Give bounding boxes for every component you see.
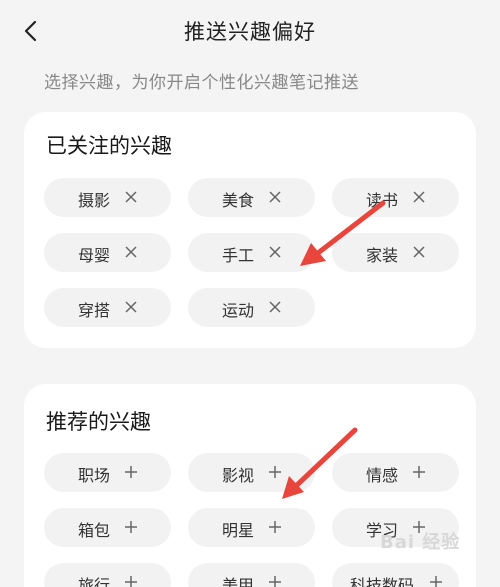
recommended-interests-title: 推荐的兴趣: [46, 410, 151, 434]
plus-icon[interactable]: [268, 520, 282, 534]
tag-label: 运动: [222, 301, 255, 320]
header: 推送兴趣偏好: [0, 0, 500, 62]
plus-icon[interactable]: [124, 465, 138, 479]
tag-label: 影视: [222, 466, 255, 485]
tag-label: 读书: [366, 191, 399, 210]
tag-label: 母婴: [78, 246, 111, 265]
followed-tag[interactable]: 家装: [332, 233, 459, 272]
close-icon[interactable]: [268, 245, 282, 259]
plus-icon[interactable]: [124, 520, 138, 534]
tag-label: 明星: [222, 521, 255, 540]
followed-tag[interactable]: 美食: [188, 178, 315, 217]
followed-tag[interactable]: 运动: [188, 288, 315, 327]
close-icon[interactable]: [268, 190, 282, 204]
close-icon[interactable]: [268, 300, 282, 314]
tag-label: 情感: [366, 466, 399, 485]
close-icon[interactable]: [124, 245, 138, 259]
recommended-tag[interactable]: 箱包: [44, 508, 171, 547]
followed-interests-card: 已关注的兴趣 摄影 美食 读书 母婴 手工 家装 穿搭 运动: [24, 112, 476, 348]
recommended-tag[interactable]: 情感: [332, 453, 459, 492]
followed-interests-title: 已关注的兴趣: [46, 134, 172, 158]
close-icon[interactable]: [124, 300, 138, 314]
plus-icon[interactable]: [268, 465, 282, 479]
recommended-tag[interactable]: 影视: [188, 453, 315, 492]
followed-tag[interactable]: 穿搭: [44, 288, 171, 327]
page-subtitle: 选择兴趣，为你开启个性化兴趣笔记推送: [44, 73, 359, 93]
tag-label: 家装: [366, 246, 399, 265]
recommended-tag[interactable]: 职场: [44, 453, 171, 492]
followed-tag[interactable]: 摄影: [44, 178, 171, 217]
recommended-tag[interactable]: 旅行: [44, 563, 171, 587]
recommended-tag[interactable]: 美甲: [188, 563, 315, 587]
tag-label: 箱包: [78, 521, 111, 540]
tag-label: 美食: [222, 191, 255, 210]
tag-label: 穿搭: [78, 301, 111, 320]
watermark: Bai 经验: [380, 532, 461, 553]
plus-icon[interactable]: [429, 575, 443, 587]
plus-icon[interactable]: [268, 575, 282, 587]
recommended-interests-card: 推荐的兴趣 职场 影视 情感 箱包 明星 学习 旅行 美甲 科技数码: [24, 384, 476, 587]
plus-icon[interactable]: [124, 575, 138, 587]
tag-label: 手工: [222, 246, 255, 265]
tag-label: 旅行: [78, 576, 111, 587]
tag-label: 职场: [78, 466, 111, 485]
close-icon[interactable]: [412, 190, 426, 204]
followed-tag[interactable]: 母婴: [44, 233, 171, 272]
plus-icon[interactable]: [412, 465, 426, 479]
followed-tag[interactable]: 手工: [188, 233, 315, 272]
followed-tag[interactable]: 读书: [332, 178, 459, 217]
tag-label: 美甲: [222, 576, 255, 587]
recommended-tag[interactable]: 科技数码: [332, 563, 459, 587]
page-title: 推送兴趣偏好: [184, 20, 316, 44]
close-icon[interactable]: [412, 245, 426, 259]
tag-label: 摄影: [78, 191, 111, 210]
recommended-tag[interactable]: 明星: [188, 508, 315, 547]
tag-label: 科技数码: [350, 576, 415, 587]
close-icon[interactable]: [124, 190, 138, 204]
